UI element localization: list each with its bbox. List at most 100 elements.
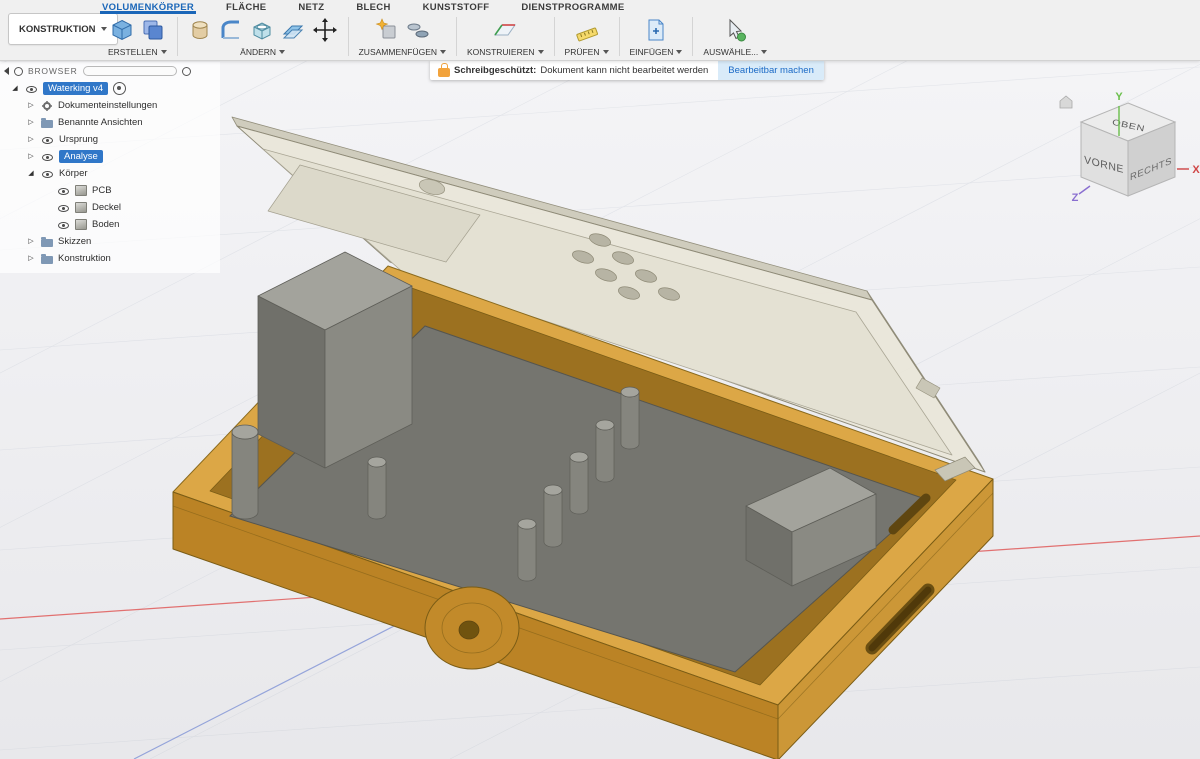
folder-icon bbox=[41, 256, 53, 264]
auswaehlen-menu-button[interactable]: AUSWÄHLE... bbox=[703, 47, 767, 57]
front-clasp-tab[interactable] bbox=[425, 587, 519, 669]
construction-plane-icon[interactable] bbox=[493, 18, 517, 42]
viewcube-home-icon[interactable] bbox=[1060, 96, 1072, 108]
banner-message: Dokument kann nicht bearbeitet werden bbox=[540, 65, 708, 76]
top-toolbar: KONSTRUKTION VOLUMENKÖRPER FLÄCHE NETZ B… bbox=[0, 0, 1200, 61]
gear-icon bbox=[41, 100, 53, 112]
expand-caret-icon[interactable] bbox=[26, 152, 36, 162]
body-icon bbox=[75, 219, 87, 230]
select-icon[interactable] bbox=[723, 18, 747, 42]
tab-kunststoff[interactable]: KUNSTSTOFF bbox=[421, 0, 492, 14]
browser-panel: BROWSER Waterking v4 Dokumenteinstellung… bbox=[0, 62, 220, 273]
toolbar-separator bbox=[348, 17, 349, 56]
chevron-down-icon bbox=[603, 50, 609, 54]
folder-icon bbox=[41, 239, 53, 247]
press-pull-icon[interactable] bbox=[188, 18, 212, 42]
toolbar-separator bbox=[554, 17, 555, 56]
tab-volumenkoerper[interactable]: VOLUMENKÖRPER bbox=[100, 0, 196, 14]
toolbar-group-aendern: ÄNDERN bbox=[180, 14, 346, 60]
konstruieren-menu-button[interactable]: KONSTRUIEREN bbox=[467, 47, 544, 57]
move-icon[interactable] bbox=[312, 17, 338, 43]
visibility-eye-icon[interactable] bbox=[25, 83, 38, 95]
tab-flaeche[interactable]: FLÄCHE bbox=[224, 0, 268, 14]
body-icon bbox=[75, 202, 87, 213]
fillet-icon[interactable] bbox=[219, 18, 243, 42]
workspace-label: KONSTRUKTION bbox=[19, 24, 96, 35]
visibility-eye-icon[interactable] bbox=[41, 134, 54, 146]
browser-item-konstruktion[interactable]: Konstruktion bbox=[0, 250, 220, 267]
visibility-eye-icon[interactable] bbox=[57, 185, 70, 197]
expand-caret-icon[interactable] bbox=[26, 254, 36, 264]
chevron-down-icon bbox=[440, 50, 446, 54]
document-name[interactable]: Waterking v4 bbox=[43, 82, 108, 95]
browser-item-koerper[interactable]: Körper bbox=[0, 165, 220, 182]
shell-icon[interactable] bbox=[250, 18, 274, 42]
browser-filter-icon[interactable] bbox=[14, 67, 23, 76]
browser-item-skizzen[interactable]: Skizzen bbox=[0, 233, 220, 250]
browser-search-bar[interactable] bbox=[83, 66, 177, 76]
chevron-down-icon bbox=[676, 50, 682, 54]
visibility-eye-icon[interactable] bbox=[41, 168, 54, 180]
create-sketch-icon[interactable] bbox=[141, 18, 165, 42]
zusammenfuegen-menu-button[interactable]: ZUSAMMENFÜGEN bbox=[359, 47, 446, 57]
einfuegen-menu-button[interactable]: EINFÜGEN bbox=[630, 47, 683, 57]
toolbar-group-auswaehlen: AUSWÄHLE... bbox=[695, 14, 775, 60]
pcb-standoff-large[interactable] bbox=[232, 425, 258, 519]
toolbar-separator bbox=[177, 17, 178, 56]
erstellen-menu-button[interactable]: ERSTELLEN bbox=[108, 47, 167, 57]
aendern-menu-button[interactable]: ÄNDERN bbox=[240, 47, 285, 57]
join-icon[interactable] bbox=[375, 18, 399, 42]
browser-item-analyse[interactable]: Analyse bbox=[0, 148, 220, 165]
expand-caret-icon[interactable] bbox=[26, 169, 36, 179]
toolbar-separator bbox=[619, 17, 620, 56]
chevron-down-icon bbox=[761, 50, 767, 54]
collapse-browser-icon[interactable] bbox=[4, 67, 9, 75]
expand-caret-icon[interactable] bbox=[26, 135, 36, 145]
insert-icon[interactable] bbox=[644, 18, 668, 42]
chevron-down-icon bbox=[161, 50, 167, 54]
browser-title: BROWSER bbox=[28, 66, 78, 76]
visibility-eye-icon[interactable] bbox=[57, 202, 70, 214]
toolbar-group-pruefen: PRÜFEN bbox=[557, 14, 617, 60]
toolbar-group-erstellen: ERSTELLEN bbox=[100, 14, 175, 60]
browser-item-benannte-ansichten[interactable]: Benannte Ansichten bbox=[0, 114, 220, 131]
expand-caret-icon[interactable] bbox=[26, 237, 36, 247]
browser-item-dokumenteinstellungen[interactable]: Dokumenteinstellungen bbox=[0, 97, 220, 114]
toolbar-group-zusammenfuegen: ZUSAMMENFÜGEN bbox=[351, 14, 454, 60]
readonly-banner: Schreibgeschützt: Dokument kann nicht be… bbox=[430, 60, 824, 80]
pcb-block-left[interactable] bbox=[258, 252, 412, 468]
expand-caret-icon[interactable] bbox=[10, 84, 20, 94]
browser-item-deckel[interactable]: Deckel bbox=[0, 199, 220, 216]
axis-y-label: Y bbox=[1115, 91, 1123, 103]
joint-icon[interactable] bbox=[406, 18, 430, 42]
body-icon bbox=[75, 185, 87, 196]
axis-x-label: X bbox=[1192, 164, 1200, 176]
visibility-eye-icon[interactable] bbox=[41, 151, 54, 163]
chevron-down-icon bbox=[279, 50, 285, 54]
make-editable-link[interactable]: Bearbeitbar machen bbox=[718, 60, 824, 80]
axis-z-label: Z bbox=[1072, 192, 1079, 204]
browser-options-icon[interactable] bbox=[182, 67, 191, 76]
browser-item-pcb[interactable]: PCB bbox=[0, 182, 220, 199]
tab-blech[interactable]: BLECH bbox=[354, 0, 392, 14]
banner-title: Schreibgeschützt: bbox=[454, 65, 536, 76]
lock-icon bbox=[438, 68, 450, 77]
toolbar-group-konstruieren: KONSTRUIEREN bbox=[459, 14, 552, 60]
offset-plane-icon[interactable] bbox=[281, 18, 305, 42]
fusion-window: OBEN VORNE RECHTS Y X Z KONSTRUKTION VOL… bbox=[0, 0, 1200, 759]
browser-item-ursprung[interactable]: Ursprung bbox=[0, 131, 220, 148]
activate-component-icon[interactable] bbox=[113, 82, 126, 95]
pruefen-menu-button[interactable]: PRÜFEN bbox=[565, 47, 609, 57]
create-solid-icon[interactable] bbox=[110, 18, 134, 42]
tab-dienstprogramme[interactable]: DIENSTPROGRAMME bbox=[519, 0, 626, 14]
measure-icon[interactable] bbox=[575, 18, 599, 42]
ribbon-tabs: VOLUMENKÖRPER FLÄCHE NETZ BLECH KUNSTSTO… bbox=[100, 0, 1200, 14]
browser-item-boden[interactable]: Boden bbox=[0, 216, 220, 233]
viewcube[interactable]: OBEN VORNE RECHTS Y X Z bbox=[1060, 91, 1200, 204]
chevron-down-icon bbox=[538, 50, 544, 54]
browser-item-root[interactable]: Waterking v4 bbox=[0, 80, 220, 97]
expand-caret-icon[interactable] bbox=[26, 118, 36, 128]
tab-netz[interactable]: NETZ bbox=[296, 0, 326, 14]
visibility-eye-icon[interactable] bbox=[57, 219, 70, 231]
expand-caret-icon[interactable] bbox=[26, 101, 36, 111]
